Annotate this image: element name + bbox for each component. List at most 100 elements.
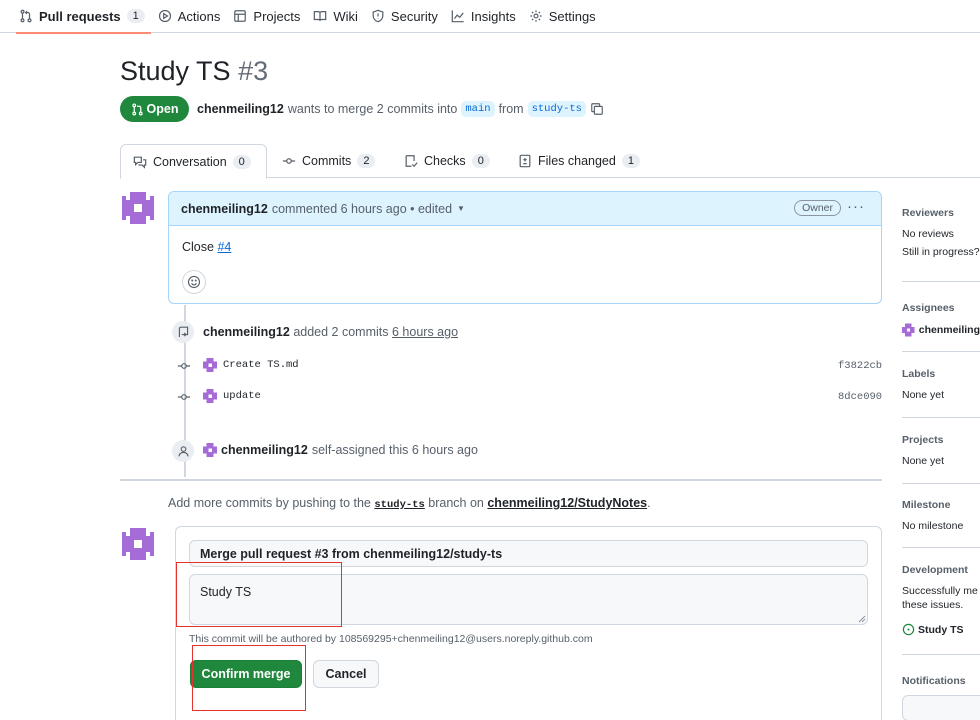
section-note[interactable]: Still in progress? xyxy=(902,246,980,258)
tab-label: Wiki xyxy=(333,8,358,24)
sidebar-milestone[interactable]: Milestone No milestone xyxy=(902,499,980,538)
issue-link[interactable]: #4 xyxy=(217,240,231,254)
tab-wiki[interactable]: Wiki xyxy=(310,0,368,33)
commit-icon xyxy=(177,394,191,400)
sidebar-assignees[interactable]: Assignees chenmeiling xyxy=(902,302,980,343)
subscribe-button[interactable] xyxy=(902,695,980,720)
status-badge: Open xyxy=(120,96,189,122)
tab-security[interactable]: Security xyxy=(368,0,448,33)
play-icon xyxy=(158,9,171,23)
shield-icon xyxy=(372,9,384,23)
section-title: Labels xyxy=(902,368,936,380)
divider xyxy=(902,417,980,418)
comment-card: chenmeiling12 commented 6 hours ago • ed… xyxy=(168,191,882,304)
tab-checks[interactable]: Checks 0 xyxy=(404,144,490,178)
avatar[interactable] xyxy=(122,528,154,560)
tab-count: 0 xyxy=(471,154,490,168)
repo-nav: Pull requests 1 Actions Projects Wiki Se… xyxy=(0,0,980,34)
tab-label: Checks xyxy=(424,154,466,168)
kebab-menu-icon[interactable]: ··· xyxy=(847,198,865,215)
tab-label: Files changed xyxy=(538,154,616,168)
event-time[interactable]: 6 hours ago xyxy=(392,325,458,339)
pr-author-link[interactable]: chenmeiling12 xyxy=(197,102,284,116)
assign-badge xyxy=(172,440,194,462)
tab-label: Actions xyxy=(177,8,221,24)
tab-count: 0 xyxy=(232,154,251,169)
pull-request-icon xyxy=(131,103,143,115)
section-value: No milestone xyxy=(902,520,964,532)
commit-row[interactable]: update xyxy=(203,389,261,403)
section-title: Projects xyxy=(902,434,944,446)
tab-count: 2 xyxy=(357,154,376,168)
section-value: these issues. xyxy=(902,599,964,611)
from-text: from xyxy=(498,102,524,116)
commit-message[interactable]: Create TS.md xyxy=(223,359,299,371)
pr-summary-text: wants to merge 2 commits into xyxy=(287,102,458,116)
tab-actions[interactable]: Actions xyxy=(155,0,231,33)
divider xyxy=(902,483,980,484)
section-title: Reviewers xyxy=(902,207,954,219)
gear-icon xyxy=(530,10,542,22)
tab-settings[interactable]: Settings xyxy=(526,0,606,33)
comment-author[interactable]: chenmeiling12 xyxy=(181,202,268,216)
commit-row[interactable]: Create TS.md xyxy=(203,358,299,372)
commit-message[interactable]: update xyxy=(223,390,261,402)
book-icon xyxy=(314,11,327,21)
chevron-down-icon[interactable]: ▼ xyxy=(457,204,465,213)
tab-commits[interactable]: Commits 2 xyxy=(282,144,376,178)
commits-event: chenmeiling12 added 2 commits 6 hours ag… xyxy=(203,325,458,339)
head-branch[interactable]: study-ts xyxy=(527,101,586,117)
tab-label: Insights xyxy=(470,8,516,24)
copy-icon[interactable] xyxy=(590,102,604,116)
tab-insights[interactable]: Insights xyxy=(448,0,526,33)
event-author[interactable]: chenmeiling12 xyxy=(203,325,290,339)
tab-label: Settings xyxy=(548,8,596,24)
section-title: Milestone xyxy=(902,499,951,511)
section-title: Assignees xyxy=(902,302,955,314)
tab-count: 1 xyxy=(621,154,640,168)
linked-issue[interactable]: Study TS xyxy=(918,624,964,636)
hint-text: branch on xyxy=(428,496,484,510)
checklist-icon xyxy=(405,155,418,168)
divider xyxy=(902,654,980,655)
sidebar-development[interactable]: Development Successfully me these issues… xyxy=(902,564,980,642)
section-value: No reviews xyxy=(902,228,954,240)
pr-summary: chenmeiling12 wants to merge 2 commits i… xyxy=(197,101,604,117)
highlight-box xyxy=(176,562,342,627)
tab-count: 1 xyxy=(126,9,145,23)
event-text: self-assigned this 6 hours ago xyxy=(311,443,478,457)
cancel-button[interactable]: Cancel xyxy=(313,660,379,688)
commit-author-note: This commit will be authored by 10856929… xyxy=(189,633,593,645)
commit-icon xyxy=(177,363,191,369)
comment-meta[interactable]: commented 6 hours ago • edited xyxy=(272,202,452,216)
sidebar-labels[interactable]: Labels None yet xyxy=(902,368,980,407)
commits-badge xyxy=(172,321,194,343)
tab-label: Security xyxy=(390,8,438,24)
tab-conversation[interactable]: Conversation 0 xyxy=(120,144,267,179)
pr-number: #3 xyxy=(238,56,269,86)
push-hint: Add more commits by pushing to the study… xyxy=(168,496,651,511)
event-author[interactable]: chenmeiling12 xyxy=(221,443,308,457)
repo-push-icon xyxy=(178,326,188,337)
resize-handle-icon[interactable] xyxy=(858,615,866,623)
base-branch[interactable]: main xyxy=(461,101,495,117)
avatar xyxy=(203,389,217,403)
commit-sha[interactable]: 8dce090 xyxy=(838,391,882,403)
add-reaction-button[interactable] xyxy=(182,270,206,294)
avatar xyxy=(203,443,217,457)
avatar[interactable] xyxy=(122,192,154,224)
event-text: added 2 commits xyxy=(293,325,389,339)
section-value: None yet xyxy=(902,455,945,467)
sidebar-projects[interactable]: Projects None yet xyxy=(902,434,980,473)
branch-link[interactable]: study-ts xyxy=(374,499,424,511)
table-icon xyxy=(234,10,247,22)
tab-projects[interactable]: Projects xyxy=(230,0,310,33)
smiley-icon xyxy=(187,275,201,289)
tab-pull-requests[interactable]: Pull requests 1 xyxy=(16,0,155,34)
tab-files-changed[interactable]: Files changed 1 xyxy=(518,144,640,178)
issue-opened-icon xyxy=(902,623,915,636)
comment-body: Close #4 xyxy=(169,226,881,303)
sidebar-reviewers[interactable]: Reviewers No reviews Still in progress? xyxy=(902,207,980,264)
repo-link[interactable]: chenmeiling12/StudyNotes xyxy=(487,496,647,510)
commit-sha[interactable]: f3822cb xyxy=(838,360,882,372)
